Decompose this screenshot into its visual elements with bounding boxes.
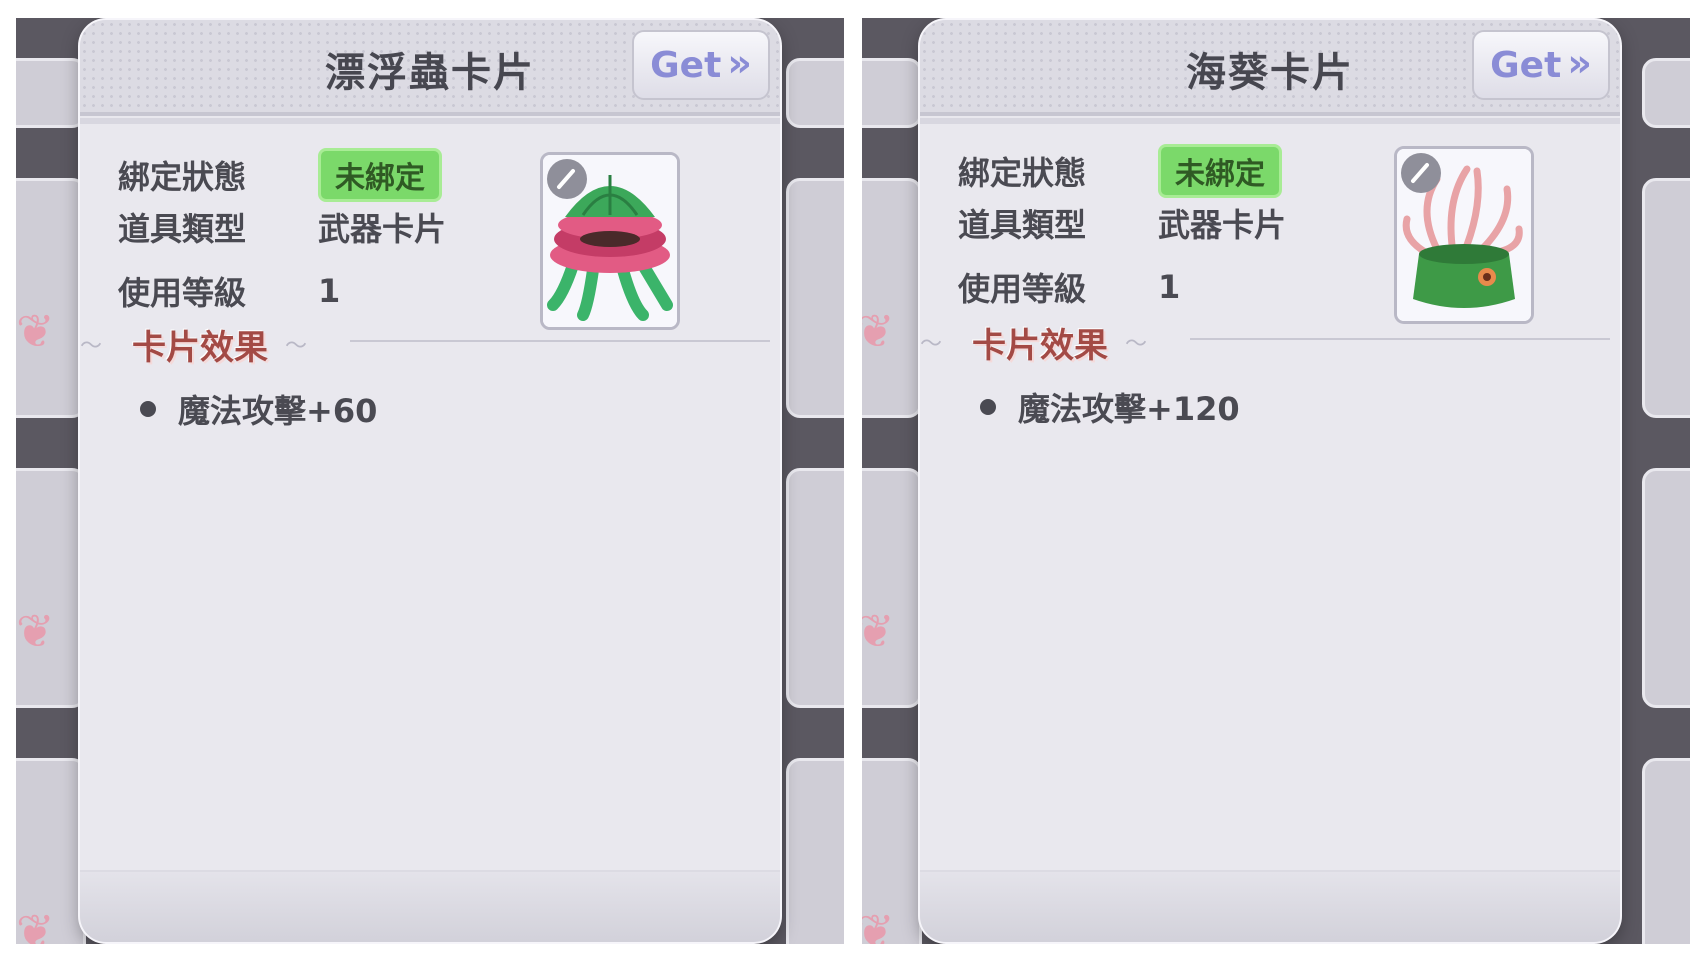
card-effect-item: 魔法攻擊+120 xyxy=(980,384,1240,430)
background-item-slot xyxy=(1642,468,1690,708)
screenshot-right: ❦ ❦ ❦ 海葵卡片 Get » 綁定狀態 未綁定 道具類型 武器卡片 使用等級… xyxy=(862,18,1690,944)
background-item-slot xyxy=(862,468,922,708)
bat-wing-right-icon: 〜 xyxy=(1125,332,1148,357)
popup-footer xyxy=(80,870,780,942)
get-button[interactable]: Get » xyxy=(1472,30,1610,100)
card-effect-title: 卡片效果 xyxy=(972,326,1108,366)
bind-status-label: 綁定狀態 xyxy=(118,158,247,196)
popup-header: 海葵卡片 Get » xyxy=(920,20,1620,124)
double-chevron-right-icon: » xyxy=(1567,41,1592,85)
bullet-icon xyxy=(140,401,156,417)
background-item-slot xyxy=(786,58,844,128)
background-item-slot xyxy=(1642,178,1690,418)
double-chevron-right-icon: » xyxy=(727,41,752,85)
sea-anemone-monster-icon xyxy=(1397,149,1531,321)
card-image xyxy=(1394,146,1534,324)
divider xyxy=(350,340,770,342)
use-level-value: 1 xyxy=(1158,268,1181,306)
wing-icon: ❦ xyxy=(862,604,895,658)
card-image xyxy=(540,152,680,330)
get-label: Get xyxy=(650,44,722,86)
bind-status-badge: 未綁定 xyxy=(318,148,442,202)
background-item-slot xyxy=(16,178,86,418)
get-label: Get xyxy=(1490,44,1562,86)
background-item-slot xyxy=(786,178,844,418)
item-type-label: 道具類型 xyxy=(118,210,247,248)
bind-status-row: 綁定狀態 未綁定 xyxy=(958,144,1282,198)
wing-icon: ❦ xyxy=(862,304,895,358)
background-item-slot xyxy=(786,758,844,944)
bat-wing-left-icon: 〜 xyxy=(80,334,103,359)
background-item-slot xyxy=(786,468,844,708)
use-level-label: 使用等級 xyxy=(118,274,247,312)
item-type-value: 武器卡片 xyxy=(1158,206,1287,244)
popup-header: 漂浮蟲卡片 Get » xyxy=(80,20,780,124)
background-item-slot xyxy=(862,58,922,128)
use-level-value: 1 xyxy=(318,272,341,310)
wing-icon: ❦ xyxy=(16,304,55,358)
get-button[interactable]: Get » xyxy=(632,30,770,100)
wing-icon: ❦ xyxy=(862,904,895,944)
card-effect-title: 卡片效果 xyxy=(132,328,268,368)
card-effect-section-header: 〜 卡片效果 〜 xyxy=(80,320,780,368)
screenshot-left: ❦ ❦ ❦ 漂浮蟲卡片 Get » 綁定狀態 未綁定 道具類型 武器卡片 使用等… xyxy=(16,18,844,944)
use-level-label: 使用等級 xyxy=(958,270,1087,308)
use-level-row: 使用等級 1 xyxy=(958,264,1180,310)
card-effect-item: 魔法攻擊+60 xyxy=(140,386,377,432)
background-item-slot xyxy=(862,178,922,418)
background-item-slot xyxy=(16,468,86,708)
bind-status-label: 綁定狀態 xyxy=(958,154,1087,192)
use-level-row: 使用等級 1 xyxy=(118,268,340,314)
background-item-slot xyxy=(16,58,86,128)
background-item-slot xyxy=(1642,758,1690,944)
item-detail-popup: 漂浮蟲卡片 Get » 綁定狀態 未綁定 道具類型 武器卡片 使用等級 1 〜 … xyxy=(80,20,780,942)
bat-wing-right-icon: 〜 xyxy=(285,334,308,359)
wing-icon: ❦ xyxy=(16,604,55,658)
item-type-row: 道具類型 武器卡片 xyxy=(118,204,446,250)
item-type-label: 道具類型 xyxy=(958,206,1087,244)
item-type-value: 武器卡片 xyxy=(318,210,447,248)
bind-status-badge: 未綁定 xyxy=(1158,144,1282,198)
wing-icon: ❦ xyxy=(16,904,55,944)
popup-footer xyxy=(920,870,1620,942)
bullet-icon xyxy=(980,399,996,415)
card-effect-section-header: 〜 卡片效果 〜 xyxy=(920,318,1620,366)
item-type-row: 道具類型 武器卡片 xyxy=(958,200,1286,246)
bind-status-row: 綁定狀態 未綁定 xyxy=(118,148,442,202)
card-effect-text: 魔法攻擊+60 xyxy=(178,392,378,430)
bat-wing-left-icon: 〜 xyxy=(920,332,943,357)
divider xyxy=(1190,338,1610,340)
jellyfish-monster-icon xyxy=(543,155,677,327)
background-item-slot xyxy=(1642,58,1690,128)
item-detail-popup: 海葵卡片 Get » 綁定狀態 未綁定 道具類型 武器卡片 使用等級 1 〜 卡… xyxy=(920,20,1620,942)
card-effect-text: 魔法攻擊+120 xyxy=(1018,390,1240,428)
